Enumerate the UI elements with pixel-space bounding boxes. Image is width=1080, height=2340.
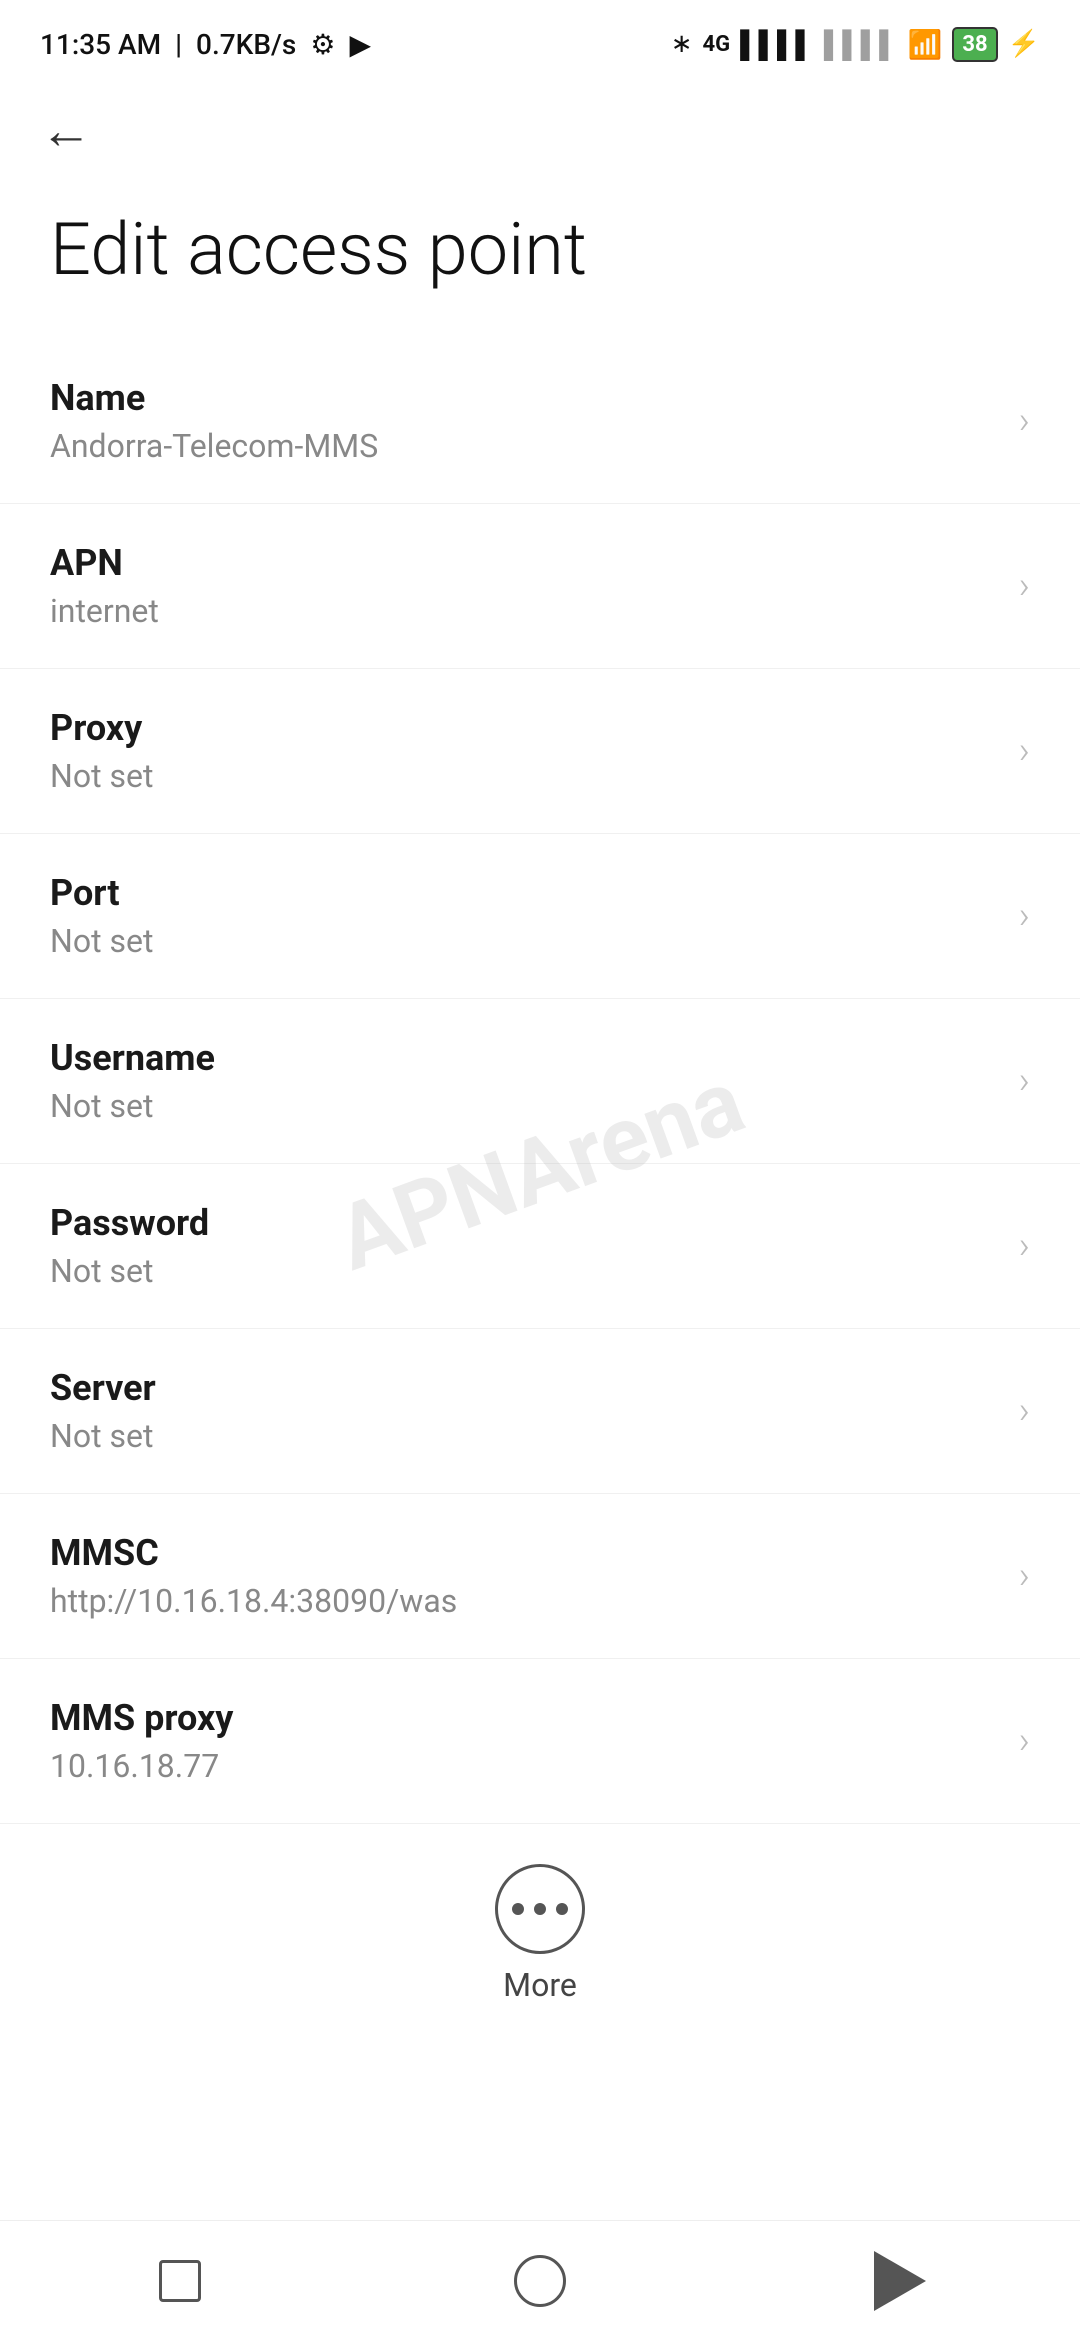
back-icon xyxy=(874,2251,926,2311)
chevron-right-icon: › xyxy=(1019,1719,1030,1763)
wifi-icon: 📶 xyxy=(908,28,943,61)
setting-item-name[interactable]: Name Andorra-Telecom-MMS › xyxy=(0,339,1080,504)
chevron-right-icon: › xyxy=(1019,729,1030,773)
settings-list: Name Andorra-Telecom-MMS › APN internet … xyxy=(0,339,1080,1824)
status-separator: | xyxy=(175,28,182,61)
more-circle-icon xyxy=(495,1864,585,1954)
setting-item-apn[interactable]: APN internet › xyxy=(0,504,1080,669)
setting-item-server[interactable]: Server Not set › xyxy=(0,1329,1080,1494)
chevron-right-icon: › xyxy=(1019,399,1030,443)
chevron-right-icon: › xyxy=(1019,1059,1030,1103)
status-time: 11:35 AM xyxy=(40,28,161,61)
back-nav-button[interactable] xyxy=(860,2241,940,2321)
setting-item-mms-proxy[interactable]: MMS proxy 10.16.18.77 › xyxy=(0,1659,1080,1824)
setting-label-mms-proxy: MMS proxy xyxy=(50,1697,999,1739)
home-icon xyxy=(514,2255,566,2307)
chevron-right-icon: › xyxy=(1019,1554,1030,1598)
bluetooth-icon: ∗ xyxy=(671,29,693,59)
dot-icon xyxy=(512,1903,524,1915)
setting-label-server: Server xyxy=(50,1367,999,1409)
setting-value-password: Not set xyxy=(50,1252,999,1290)
setting-value-username: Not set xyxy=(50,1087,999,1125)
home-button[interactable] xyxy=(500,2241,580,2321)
network-4g-icon: 4G xyxy=(703,32,731,57)
setting-label-port: Port xyxy=(50,872,999,914)
setting-item-port[interactable]: Port Not set › xyxy=(0,834,1080,999)
page-title: Edit access point xyxy=(0,180,1080,339)
dot-icon xyxy=(556,1903,568,1915)
top-nav: ← xyxy=(0,80,1080,180)
chevron-right-icon: › xyxy=(1019,1389,1030,1433)
setting-value-port: Not set xyxy=(50,922,999,960)
recents-button[interactable] xyxy=(140,2241,220,2321)
charging-icon: ⚡ xyxy=(1008,29,1040,59)
setting-label-apn: APN xyxy=(50,542,999,584)
bottom-nav-bar xyxy=(0,2220,1080,2340)
setting-value-apn: internet xyxy=(50,592,999,630)
setting-item-password[interactable]: Password Not set › xyxy=(0,1164,1080,1329)
status-right: ∗ 4G ▌▌▌▌ ▌▌▌▌ 📶 38 ⚡ xyxy=(671,27,1040,62)
setting-label-mmsc: MMSC xyxy=(50,1532,999,1574)
more-button[interactable]: More xyxy=(0,1824,1080,2034)
setting-value-server: Not set xyxy=(50,1417,999,1455)
dot-icon xyxy=(534,1903,546,1915)
chevron-right-icon: › xyxy=(1019,894,1030,938)
status-bar: 11:35 AM | 0.7KB/s ⚙ ▶ ∗ 4G ▌▌▌▌ ▌▌▌▌ 📶 … xyxy=(0,0,1080,80)
setting-label-name: Name xyxy=(50,377,999,419)
chevron-right-icon: › xyxy=(1019,1224,1030,1268)
status-left: 11:35 AM | 0.7KB/s ⚙ ▶ xyxy=(40,28,371,61)
signal-bars2-icon: ▌▌▌▌ xyxy=(824,29,898,60)
setting-item-username[interactable]: Username Not set › xyxy=(0,999,1080,1164)
more-label: More xyxy=(503,1966,577,2004)
setting-label-username: Username xyxy=(50,1037,999,1079)
setting-item-mmsc[interactable]: MMSC http://10.16.18.4:38090/was › xyxy=(0,1494,1080,1659)
setting-value-mms-proxy: 10.16.18.77 xyxy=(50,1747,999,1785)
setting-item-proxy[interactable]: Proxy Not set › xyxy=(0,669,1080,834)
status-speed: 0.7KB/s xyxy=(196,28,296,61)
setting-value-mmsc: http://10.16.18.4:38090/was xyxy=(50,1582,999,1620)
video-icon: ▶ xyxy=(349,28,371,61)
back-button[interactable]: ← xyxy=(40,100,92,161)
setting-value-proxy: Not set xyxy=(50,757,999,795)
settings-icon: ⚙ xyxy=(310,28,335,61)
setting-value-name: Andorra-Telecom-MMS xyxy=(50,427,999,465)
setting-label-password: Password xyxy=(50,1202,999,1244)
chevron-right-icon: › xyxy=(1019,564,1030,608)
battery-indicator: 38 xyxy=(952,27,997,62)
recents-icon xyxy=(159,2260,201,2302)
setting-label-proxy: Proxy xyxy=(50,707,999,749)
signal-bars-icon: ▌▌▌▌ xyxy=(740,29,814,60)
